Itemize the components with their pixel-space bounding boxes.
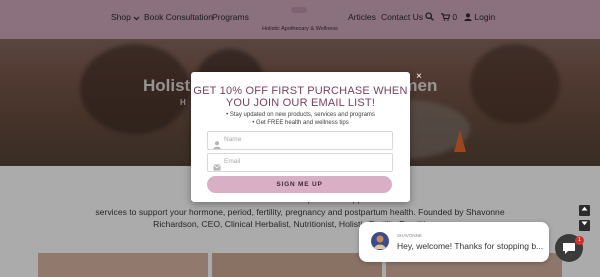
- benefit-item: • Stay updated on new products, services…: [226, 112, 375, 118]
- name-field[interactable]: Name: [207, 131, 393, 150]
- chat-agent-name: SHAVONNE: [397, 233, 422, 238]
- email-field[interactable]: Email: [207, 153, 393, 172]
- scroll-down-button[interactable]: [579, 220, 590, 231]
- email-placeholder: Email: [224, 158, 241, 165]
- chevron-down-icon: [581, 221, 588, 226]
- scroll-up-button[interactable]: [579, 205, 590, 216]
- modal-heading-line: YOU JOIN OUR EMAIL LIST!: [225, 97, 376, 109]
- envelope-icon: [213, 158, 221, 171]
- chat-unread-badge: 1: [575, 236, 584, 245]
- chat-message: Hey, welcome! Thanks for stopping b...: [397, 241, 544, 251]
- email-signup-modal: GET 10% OFF FIRST PURCHASE WHEN YOU JOIN…: [191, 72, 410, 202]
- avatar: [371, 232, 389, 250]
- person-icon: [213, 136, 221, 149]
- name-placeholder: Name: [224, 136, 242, 143]
- modal-heading-line: GET 10% OFF FIRST PURCHASE WHEN: [193, 85, 408, 97]
- modal-benefits: • Stay updated on new products, services…: [191, 111, 410, 127]
- sign-me-up-button[interactable]: SIGN ME UP: [207, 176, 392, 193]
- chevron-up-icon: [581, 206, 588, 211]
- close-icon[interactable]: ×: [416, 72, 422, 82]
- chat-greeting-bubble[interactable]: SHAVONNE Hey, welcome! Thanks for stoppi…: [359, 222, 549, 262]
- modal-heading: GET 10% OFF FIRST PURCHASE WHEN YOU JOIN…: [191, 85, 410, 109]
- benefit-item: • Get FREE health and wellness tips: [252, 120, 349, 126]
